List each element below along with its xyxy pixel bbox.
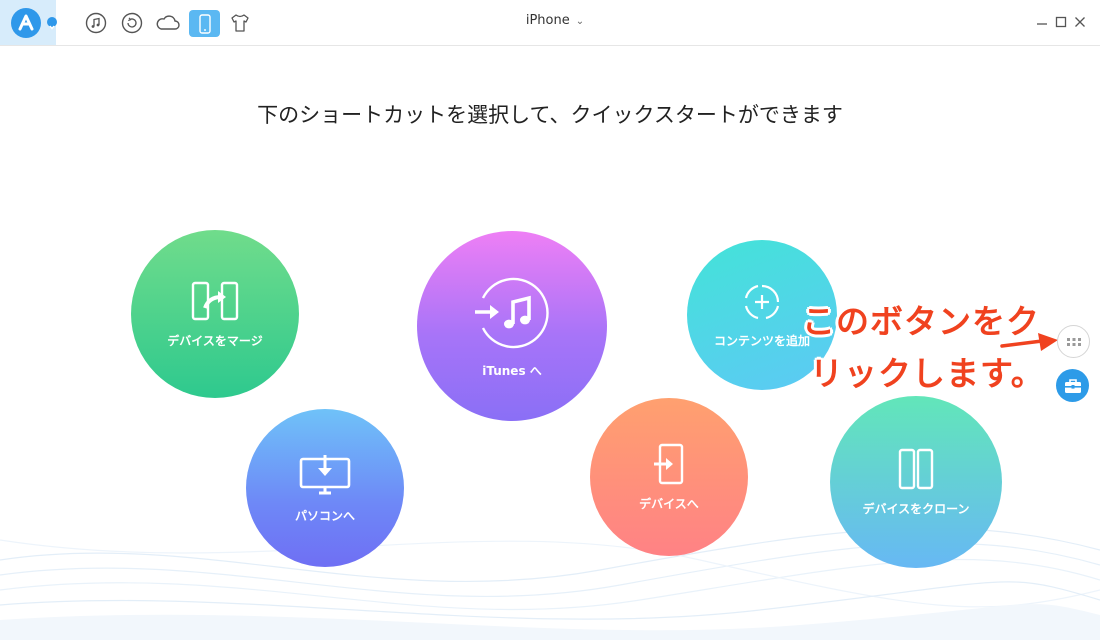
annotation-line-2: リックします。 [810, 354, 1045, 393]
shortcut-label: iTunes へ [482, 363, 542, 378]
shortcut-label: コンテンツを追加 [713, 333, 810, 348]
toolbox-icon [1064, 378, 1081, 393]
clone-device-button[interactable]: デバイスをクローン [830, 396, 1002, 568]
to-device-button[interactable]: デバイスへ [590, 398, 748, 556]
cloud-icon[interactable] [154, 10, 182, 36]
shortcut-label: デバイスをクローン [862, 501, 970, 516]
app-logo-icon[interactable] [11, 8, 41, 38]
computer-icon [299, 454, 351, 494]
device-selector[interactable]: iPhone ⌄ [505, 13, 605, 28]
add-content-icon [744, 284, 780, 319]
title-bar: iPhone ⌄ [0, 0, 1100, 46]
itunes-icon [475, 277, 549, 348]
music-icon[interactable] [83, 10, 109, 36]
to-itunes-button[interactable]: iTunes へ [417, 231, 607, 421]
annotation-arrow-icon [1000, 333, 1058, 351]
shirt-icon[interactable] [227, 10, 253, 36]
app-logo-area[interactable] [0, 0, 57, 45]
maximize-button[interactable] [1052, 12, 1070, 32]
clone-icon [898, 448, 934, 489]
device-icon[interactable] [189, 10, 220, 37]
device-name: iPhone [525, 13, 570, 28]
chevron-down-icon[interactable] [47, 17, 57, 30]
minimize-button[interactable] [1033, 12, 1051, 32]
shortcut-label: デバイスへ [639, 496, 699, 511]
merge-devices-button[interactable]: デバイスをマージ [131, 230, 299, 398]
merge-icon [191, 281, 239, 320]
to-computer-button[interactable]: パソコンへ [246, 409, 404, 567]
page-title: 下のショートカットを選択して、クイックスタートができます [257, 103, 843, 127]
more-tools-button[interactable] [1057, 325, 1090, 358]
chevron-down-icon: ⌄ [575, 16, 585, 27]
close-button[interactable] [1071, 12, 1089, 32]
grid-icon [1066, 337, 1081, 346]
to-device-icon [654, 443, 684, 484]
shortcut-label: デバイスをマージ [167, 333, 263, 348]
toolbox-button[interactable] [1056, 369, 1089, 402]
shortcut-label: パソコンへ [294, 508, 355, 523]
restore-icon[interactable] [119, 10, 145, 36]
